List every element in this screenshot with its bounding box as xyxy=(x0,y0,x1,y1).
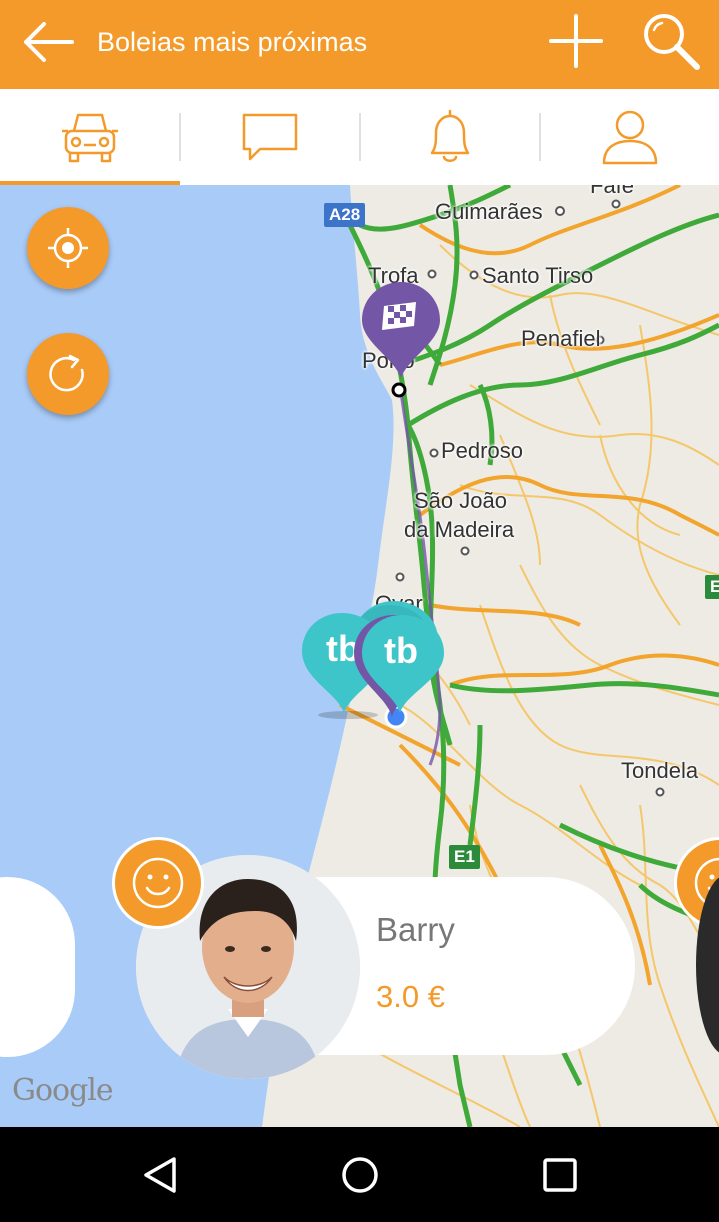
tab-profile[interactable] xyxy=(540,89,719,185)
tab-notifications[interactable] xyxy=(360,89,540,185)
bell-icon xyxy=(430,109,470,162)
car-icon xyxy=(62,113,118,163)
google-attribution: Google xyxy=(12,1073,114,1108)
map-label-pedroso: Pedroso xyxy=(441,438,523,463)
pin-label: tb xyxy=(384,630,418,671)
map-label-santo-tirso: Santo Tirso xyxy=(482,263,594,288)
refresh-icon xyxy=(49,354,84,392)
map-label-guimaraes: Guimarães xyxy=(435,199,543,224)
ride-price: 3.0 € xyxy=(376,979,445,1014)
road-shield-e1: E1 xyxy=(449,845,480,869)
plus-icon xyxy=(549,14,603,68)
smiley-icon xyxy=(132,857,184,909)
nav-back-button[interactable] xyxy=(130,1145,190,1205)
triangle-back-icon xyxy=(144,1157,176,1193)
tab-messages[interactable] xyxy=(180,89,360,185)
map-label-tondela: Tondela xyxy=(621,758,699,783)
destination-pin[interactable] xyxy=(358,280,444,380)
nav-home-button[interactable] xyxy=(330,1145,390,1205)
map-label-fafe: Fafe xyxy=(590,185,635,198)
square-recents-icon xyxy=(543,1158,577,1192)
tab-rides[interactable] xyxy=(0,89,180,185)
back-button[interactable] xyxy=(18,16,78,68)
road-shield-a28: A28 xyxy=(324,203,366,227)
locate-me-button[interactable] xyxy=(27,207,109,289)
arrow-left-icon xyxy=(24,22,74,62)
driver-name: Barry xyxy=(376,911,455,948)
app-bar: Boleias mais próximas xyxy=(0,0,719,89)
map-label-sao-joao: São João xyxy=(414,488,507,513)
chat-icon xyxy=(242,113,298,161)
road-shield-edge: E xyxy=(705,575,719,599)
refresh-button[interactable] xyxy=(27,333,109,415)
search-button[interactable] xyxy=(640,10,702,72)
ride-pins-cluster[interactable]: tb tb xyxy=(298,595,458,720)
map-label-penafiel: Penafiel xyxy=(521,326,601,351)
add-ride-button[interactable] xyxy=(545,10,607,72)
map-label-da-madeira: da Madeira xyxy=(404,517,515,542)
driver-badge[interactable] xyxy=(112,837,204,929)
user-icon xyxy=(602,110,658,165)
checkered-flag-icon xyxy=(382,302,416,330)
circle-home-icon xyxy=(342,1157,378,1193)
search-icon xyxy=(644,14,700,70)
crosshair-icon xyxy=(48,228,88,268)
tab-bar xyxy=(0,89,719,185)
page-title: Boleias mais próximas xyxy=(97,27,368,57)
system-nav-bar xyxy=(0,1127,719,1222)
map-view[interactable]: Fafe Guimarães Trofa Santo Tirso Penafie… xyxy=(0,185,719,1127)
nav-recents-button[interactable] xyxy=(530,1145,590,1205)
